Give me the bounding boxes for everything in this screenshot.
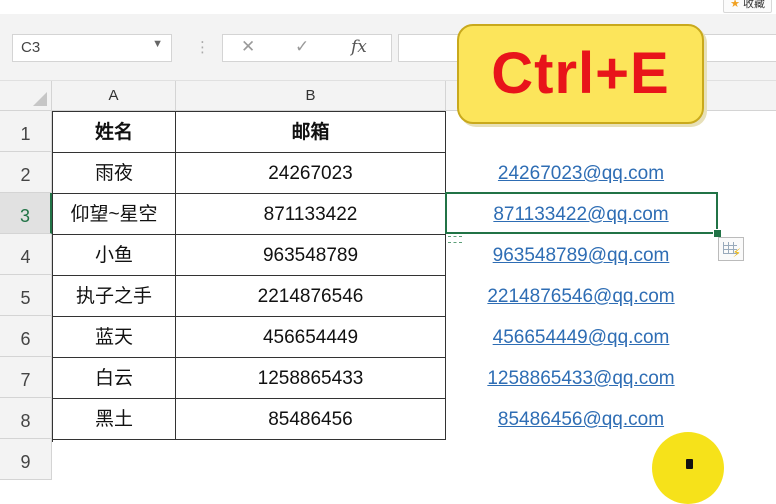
name-cell[interactable]: 小鱼 <box>53 235 176 276</box>
enter-icon[interactable]: ✓ <box>295 37 309 57</box>
qq-cell[interactable]: 871133422 <box>176 194 446 235</box>
name-cell[interactable]: 白云 <box>53 358 176 399</box>
drag-handle-icon[interactable]: ⋮ <box>195 38 210 56</box>
row-header-3[interactable]: 3 <box>0 193 52 234</box>
row-header-4[interactable]: 4 <box>0 234 52 275</box>
row-header-2[interactable]: 2 <box>0 152 52 193</box>
name-cell[interactable]: 仰望~星空 <box>53 194 176 235</box>
column-header-b[interactable]: B <box>176 81 446 111</box>
email-cell[interactable]: 456654449@qq.com <box>446 317 716 358</box>
row-header-8[interactable]: 8 <box>0 398 52 439</box>
row-header-5[interactable]: 5 <box>0 275 52 316</box>
row-header-6[interactable]: 6 <box>0 316 52 357</box>
row-header-1[interactable]: 1 <box>0 111 52 152</box>
chevron-down-icon[interactable]: ▼ <box>152 38 163 50</box>
formula-buttons: ✕ ✓ fx <box>222 34 392 62</box>
name-cell[interactable]: 蓝天 <box>53 317 176 358</box>
qq-cell[interactable]: 24267023 <box>176 153 446 194</box>
name-box[interactable]: C3 ▼ <box>12 34 172 62</box>
email-cell[interactable]: 1258865433@qq.com <box>446 358 716 399</box>
copy-marquee <box>448 236 462 243</box>
insert-function-icon[interactable]: fx <box>351 37 367 57</box>
header-cell-name[interactable]: 姓名 <box>53 112 176 153</box>
star-icon: ★ <box>730 0 740 10</box>
flash-fill-options-icon[interactable]: ⚡ <box>718 237 744 261</box>
email-cell[interactable]: 24267023@qq.com <box>446 153 716 194</box>
favorites-button[interactable]: ★ 收藏 <box>723 0 772 13</box>
cancel-icon[interactable]: ✕ <box>241 37 255 57</box>
cursor-highlight <box>652 432 724 504</box>
shortcut-callout: Ctrl+E <box>457 24 704 124</box>
qq-cell[interactable]: 456654449 <box>176 317 446 358</box>
row-header-7[interactable]: 7 <box>0 357 52 398</box>
favorites-label: 收藏 <box>743 0 765 10</box>
qq-cell[interactable]: 2214876546 <box>176 276 446 317</box>
top-strip <box>0 0 776 14</box>
header-cell-email[interactable]: 邮箱 <box>176 112 446 153</box>
qq-cell[interactable]: 85486456 <box>176 399 446 440</box>
email-cell[interactable]: 963548789@qq.com <box>446 235 716 276</box>
active-cell-selection <box>445 192 718 234</box>
name-cell[interactable]: 雨夜 <box>53 153 176 194</box>
row-header-9[interactable]: 9 <box>0 439 52 480</box>
select-all-corner[interactable] <box>0 81 52 111</box>
qq-cell[interactable]: 963548789 <box>176 235 446 276</box>
name-cell[interactable]: 黑土 <box>53 399 176 440</box>
column-header-a[interactable]: A <box>52 81 176 111</box>
qq-cell[interactable]: 1258865433 <box>176 358 446 399</box>
email-cell[interactable]: 2214876546@qq.com <box>446 276 716 317</box>
cursor-icon <box>686 459 693 469</box>
name-cell[interactable]: 执子之手 <box>53 276 176 317</box>
name-box-value: C3 <box>21 39 41 56</box>
shortcut-callout-text: Ctrl+E <box>491 41 670 106</box>
